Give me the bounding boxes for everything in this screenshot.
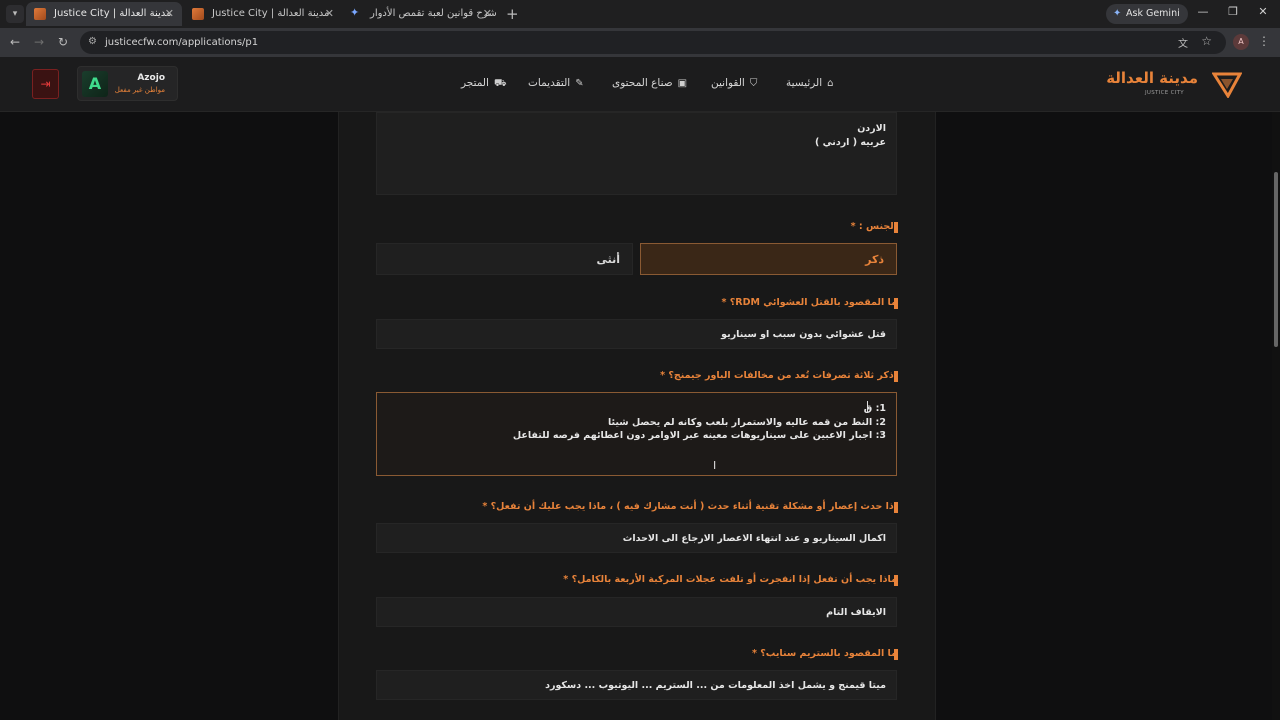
answer-text[interactable]: 1: ق 2: النط من قمه عاليه والاستمرار بلع… (513, 402, 886, 443)
tab-close-icon[interactable]: ✕ (325, 2, 334, 26)
home-icon: ⌂ (827, 78, 834, 89)
forward-icon[interactable]: → (31, 34, 47, 50)
required-mark: * (660, 370, 666, 381)
answer-text[interactable]: الايقاف التام (826, 607, 886, 618)
page-scrollbar-thumb[interactable] (1274, 172, 1278, 347)
justice-city-logo-icon[interactable] (1212, 70, 1242, 98)
answer-text[interactable]: قتل عشوائي بدون سبب او سيناريو (721, 329, 886, 340)
gender-male-button[interactable]: ذكر (640, 243, 897, 275)
answer-powergaming-textarea[interactable]: 1: ق 2: النط من قمه عاليه والاستمرار بلع… (376, 392, 897, 476)
nationality-field[interactable]: الاردن عربيه ( اردني ) (376, 112, 897, 195)
tab-search-icon[interactable]: ▾ (6, 5, 24, 23)
answer-hurricane-field[interactable]: اكمال السيناريو و عند انتهاء الاعصار الا… (376, 523, 897, 553)
answer-streamsnipe-field[interactable]: ميتا قيمنج و يشمل اخذ المعلومات من ... ا… (376, 670, 897, 700)
video-icon: ▣ (677, 78, 688, 89)
site-favicon-icon (192, 8, 204, 20)
back-icon[interactable]: ← (7, 34, 23, 50)
gender-label: الجنس : * (851, 221, 897, 232)
bookmark-star-icon[interactable]: ☆ (1201, 34, 1212, 48)
user-name: Azojo (137, 73, 165, 83)
required-mark: * (752, 648, 757, 659)
nav-rules-label: القوانين (711, 77, 745, 89)
user-role: مواطن غير مفعل (114, 86, 165, 94)
ask-gemini-button[interactable]: ✦ Ask Gemini (1106, 4, 1188, 24)
window-close-icon[interactable]: ✕ (1255, 5, 1271, 18)
mouse-ibeam-cursor-icon: I (713, 459, 717, 472)
url-text[interactable]: justicecfw.com/applications/p1 (105, 31, 258, 54)
nationality-answer[interactable]: الاردن عربيه ( اردني ) (815, 122, 886, 149)
ask-gemini-label: Ask Gemini (1126, 8, 1180, 19)
browser-toolbar: ← → ↻ ⚙ justicecfw.com/applications/p1 文… (0, 28, 1280, 57)
question-tires-label: ماذا يجب أن تفعل إذا انفجرت أو تلفت عجلا… (563, 574, 897, 585)
site-info-icon[interactable]: ⚙ (88, 36, 97, 47)
question-text: ما المقصود بالقتل العشوائي RDM؟ (729, 297, 897, 308)
nav-rules[interactable]: ⛉ القوانين (711, 77, 757, 89)
edit-icon: ✎ (575, 78, 584, 89)
nav-home-label: الرئيسية (786, 77, 823, 89)
gemini-sparkle-icon: ✦ (1113, 8, 1122, 19)
nav-creators[interactable]: ▣ صناع المحتوى (612, 77, 687, 89)
tab-justice-city-1[interactable]: Justice City | مدينة العدالة ✕ (26, 2, 182, 26)
required-mark: * (482, 501, 488, 512)
nav-applications-label: التقديمات (528, 77, 571, 89)
question-powergaming-label: اذكر ثلاثة تصرفات تُعد من مخالفات الباور… (660, 370, 897, 381)
question-text: إذا حدث إعصار أو مشكلة تقنية أثناء حدث (… (490, 501, 897, 512)
site-header: مدينة العدالة JUSTICE CITY ⌂ الرئيسية ⛉ ال… (0, 57, 1280, 112)
question-streamsnipe-label: ما المقصود بالستريم سنايب؟ * (752, 648, 897, 659)
required-mark: * (721, 297, 727, 308)
avatar: A (82, 71, 108, 97)
question-text: ما المقصود بالستريم سنايب؟ (760, 648, 897, 659)
logout-icon: ⇥ (40, 77, 51, 91)
logout-button[interactable]: ⇥ (32, 69, 59, 99)
browser-tab-bar: ▾ Justice City | مدينة العدالة ✕ Justice… (0, 0, 1280, 28)
text-caret (867, 401, 868, 413)
question-hurricane-label: إذا حدث إعصار أو مشكلة تقنية أثناء حدث (… (482, 501, 897, 512)
tab-title: Justice City | مدينة العدالة (54, 8, 172, 19)
gemini-favicon-icon: ✦ (350, 6, 360, 19)
tab-title: Justice City | مدينة العدالة (212, 8, 330, 19)
tab-justice-city-2[interactable]: Justice City | مدينة العدالة ✕ (184, 2, 342, 26)
nav-applications[interactable]: ✎ التقديمات (528, 77, 584, 89)
brand-name[interactable]: مدينة العدالة (1106, 69, 1198, 87)
required-mark: * (850, 221, 856, 232)
brand-subtitle: JUSTICE CITY (1145, 90, 1184, 96)
required-mark: * (563, 574, 569, 585)
answer-text[interactable]: اكمال السيناريو و عند انتهاء الاعصار الا… (623, 533, 886, 544)
translate-icon[interactable]: 文 (1178, 35, 1188, 50)
cart-icon: ⛟ (493, 78, 507, 89)
nav-home[interactable]: ⌂ الرئيسية (786, 77, 834, 89)
restore-icon[interactable]: ❐ (1225, 5, 1241, 18)
question-text: ماذا يجب أن تفعل إذا انفجرت أو تلفت عجلا… (571, 574, 897, 585)
question-text: اذكر ثلاثة تصرفات تُعد من مخالفات الباور… (668, 370, 897, 381)
tab-rules-explainer[interactable]: ✦ شرح قوانين لعبة تقمص الأدوار - ✕ (342, 2, 500, 26)
answer-tires-field[interactable]: الايقاف التام (376, 597, 897, 627)
minimize-icon[interactable]: — (1195, 5, 1211, 18)
question-rdm-label: ما المقصود بالقتل العشوائي RDM؟ * (722, 297, 898, 308)
gender-label-text: الجنس : (858, 221, 897, 232)
site-favicon-icon (34, 8, 46, 20)
reload-icon[interactable]: ↻ (55, 34, 71, 50)
tab-close-icon[interactable]: ✕ (483, 2, 492, 26)
browser-menu-icon[interactable]: ⋮ (1258, 34, 1270, 48)
answer-text[interactable]: ميتا قيمنج و يشمل اخذ المعلومات من ... ا… (545, 680, 886, 691)
profile-avatar[interactable]: A (1233, 34, 1249, 50)
nav-store[interactable]: ⛟ المتجر (461, 77, 507, 91)
shield-icon: ⛉ (749, 78, 758, 89)
answer-rdm-field[interactable]: قتل عشوائي بدون سبب او سيناريو (376, 319, 897, 349)
gender-female-button[interactable]: أنثى (376, 243, 633, 275)
tab-close-icon[interactable]: ✕ (165, 2, 174, 26)
tab-title: شرح قوانين لعبة تقمص الأدوار - (370, 8, 500, 19)
user-card[interactable]: A Azojo مواطن غير مفعل (77, 66, 178, 101)
nav-store-label: المتجر (461, 77, 489, 89)
address-bar[interactable]: ⚙ justicecfw.com/applications/p1 文 ☆ (80, 31, 1226, 54)
nav-creators-label: صناع المحتوى (612, 77, 673, 89)
new-tab-icon[interactable]: + (506, 4, 519, 24)
